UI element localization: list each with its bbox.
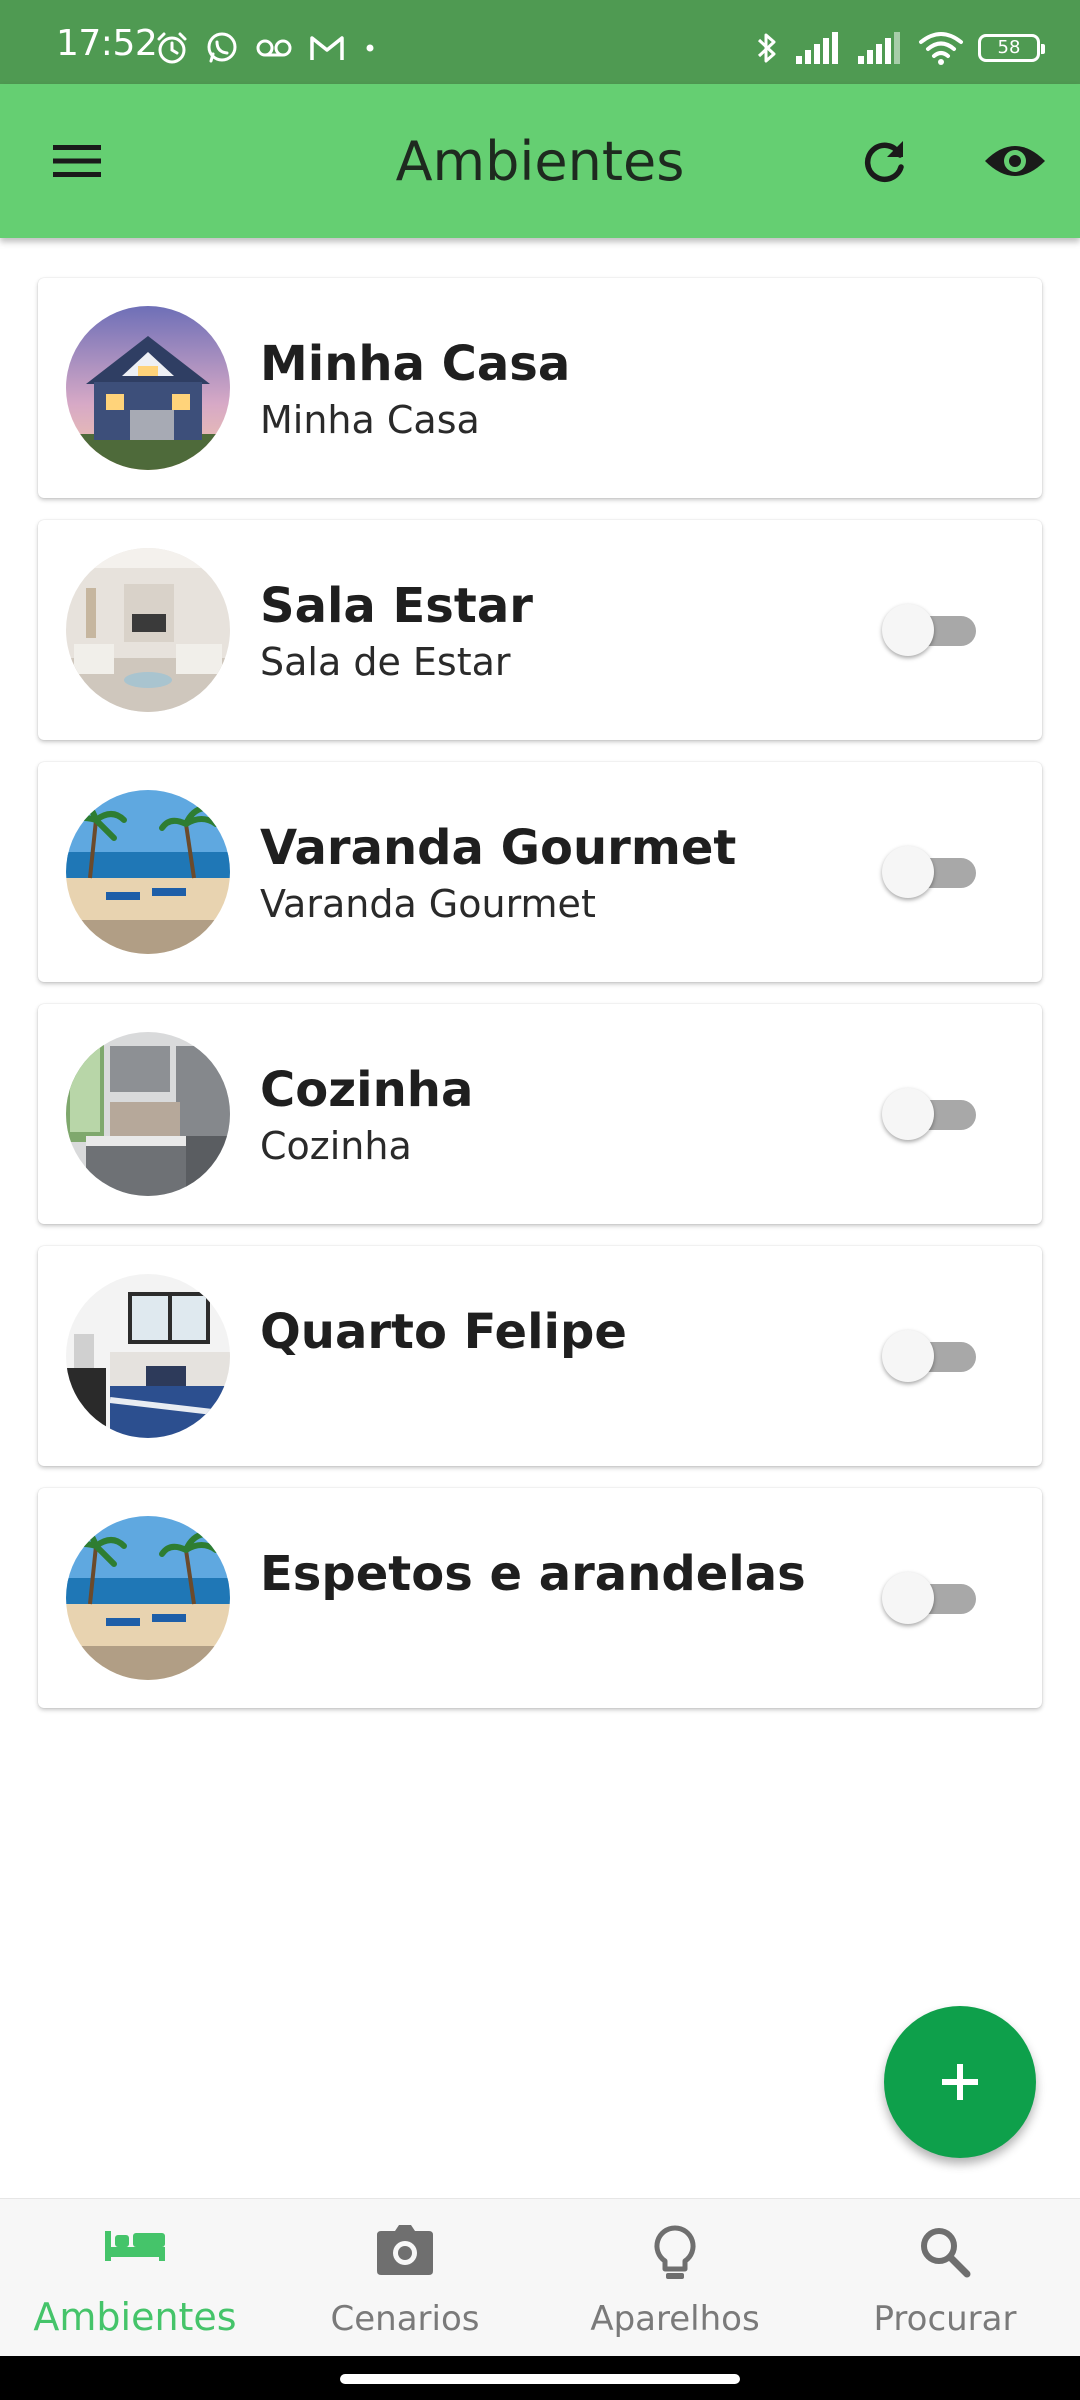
status-time: 17:52 bbox=[56, 23, 158, 64]
refresh-button[interactable] bbox=[852, 128, 918, 194]
toggle-thumb bbox=[882, 846, 934, 898]
gmail-icon bbox=[310, 36, 344, 60]
room-subtitle: Varanda Gourmet bbox=[260, 882, 596, 926]
lightbulb-icon bbox=[654, 2225, 696, 2279]
whatsapp-icon bbox=[207, 32, 237, 63]
room-toggle[interactable] bbox=[882, 1088, 982, 1140]
alarm-icon bbox=[157, 32, 187, 64]
room-card[interactable]: Sala Estar Sala de Estar bbox=[38, 520, 1042, 740]
room-title: Varanda Gourmet bbox=[260, 820, 737, 876]
bluetooth-icon bbox=[757, 33, 776, 63]
bed-icon bbox=[105, 2231, 165, 2261]
room-image bbox=[66, 306, 230, 470]
wifi-icon bbox=[919, 32, 963, 65]
dot-icon bbox=[366, 44, 374, 52]
status-bar: 17:52 58 bbox=[0, 0, 1080, 84]
room-subtitle: Sala de Estar bbox=[260, 640, 511, 684]
nav-item-procurar[interactable]: Procurar bbox=[810, 2199, 1080, 2357]
add-room-button[interactable] bbox=[884, 2006, 1036, 2158]
camera-icon bbox=[377, 2225, 433, 2275]
room-image bbox=[66, 548, 230, 712]
nav-label: Aparelhos bbox=[590, 2299, 760, 2339]
room-title: Quarto Felipe bbox=[260, 1304, 627, 1360]
toggle-thumb bbox=[882, 1088, 934, 1140]
nav-item-aparelhos[interactable]: Aparelhos bbox=[540, 2199, 810, 2357]
room-title: Cozinha bbox=[260, 1062, 474, 1118]
room-image bbox=[66, 1274, 230, 1438]
toggle-thumb bbox=[882, 604, 934, 656]
nav-item-cenarios[interactable]: Cenarios bbox=[270, 2199, 540, 2357]
room-title: Espetos e arandelas bbox=[260, 1546, 806, 1602]
signal-icon bbox=[796, 32, 838, 64]
room-image bbox=[66, 1516, 230, 1680]
plus-icon bbox=[942, 2064, 978, 2100]
refresh-icon bbox=[864, 141, 904, 182]
system-navigation-bar bbox=[0, 2356, 1080, 2400]
room-card[interactable]: Cozinha Cozinha bbox=[38, 1004, 1042, 1224]
status-system-icons: 58 bbox=[754, 28, 1045, 68]
status-notification-icons bbox=[154, 30, 380, 66]
room-toggle[interactable] bbox=[882, 1330, 982, 1382]
room-card[interactable]: Quarto Felipe bbox=[38, 1246, 1042, 1466]
room-toggle[interactable] bbox=[882, 846, 982, 898]
bottom-navigation: Ambientes Cenarios Aparelhos Procurar bbox=[0, 2198, 1080, 2357]
visibility-button[interactable] bbox=[980, 128, 1050, 194]
page-title: Ambientes bbox=[395, 130, 685, 193]
toggle-thumb bbox=[882, 1572, 934, 1624]
nav-label: Cenarios bbox=[330, 2299, 480, 2339]
nav-item-ambientes[interactable]: Ambientes bbox=[0, 2199, 270, 2357]
battery-icon: 58 bbox=[978, 34, 1045, 62]
eye-icon bbox=[985, 146, 1045, 176]
room-subtitle: Cozinha bbox=[260, 1124, 412, 1168]
voicemail-icon bbox=[256, 39, 292, 57]
room-subtitle: Minha Casa bbox=[260, 398, 480, 442]
app-bar: Ambientes bbox=[0, 84, 1080, 238]
room-card[interactable]: Espetos e arandelas bbox=[38, 1488, 1042, 1708]
nav-label: Procurar bbox=[873, 2299, 1017, 2339]
room-title: Minha Casa bbox=[260, 336, 571, 392]
room-toggle[interactable] bbox=[882, 604, 982, 656]
nav-label: Ambientes bbox=[33, 2295, 237, 2339]
room-toggle[interactable] bbox=[882, 1572, 982, 1624]
search-icon bbox=[921, 2228, 971, 2278]
room-card[interactable]: Minha Casa Minha Casa bbox=[38, 278, 1042, 498]
room-title: Sala Estar bbox=[260, 578, 533, 634]
home-gesture-handle[interactable] bbox=[340, 2374, 740, 2384]
signal-icon bbox=[858, 32, 900, 64]
room-image bbox=[66, 790, 230, 954]
toggle-thumb bbox=[882, 1330, 934, 1382]
room-card[interactable]: Varanda Gourmet Varanda Gourmet bbox=[38, 762, 1042, 982]
room-image bbox=[66, 1032, 230, 1196]
